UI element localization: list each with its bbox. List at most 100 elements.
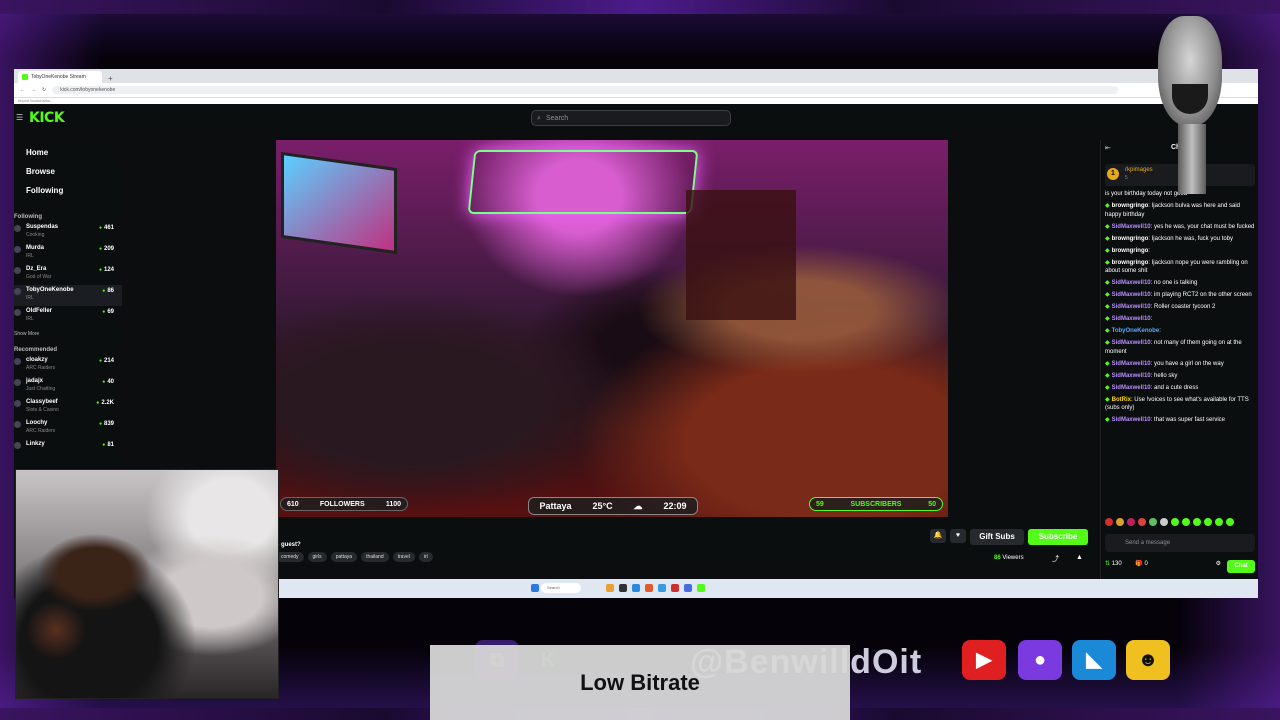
share-icon[interactable]: ⤴ — [1052, 554, 1059, 564]
chat-username[interactable]: SidMaxwell10 — [1112, 280, 1151, 286]
nav-following[interactable]: Following — [14, 183, 122, 202]
nav-browse[interactable]: Browse — [14, 164, 122, 183]
app-icon[interactable] — [632, 584, 640, 592]
taskbar-search[interactable]: Search — [541, 583, 581, 593]
chat-username[interactable]: browngringo — [1112, 236, 1149, 242]
chat-username[interactable]: SidMaxwell10 — [1112, 224, 1151, 230]
chat-message: ◆ browngringo: Ijackson he was, fuck you … — [1105, 235, 1257, 244]
emote-icon[interactable] — [1215, 518, 1223, 526]
chat-messages: is your birthday today not good ◆ browngri… — [1105, 190, 1257, 428]
avatar-neck — [1178, 124, 1206, 194]
emote-icon[interactable] — [1116, 518, 1124, 526]
follow-heart-icon[interactable]: ♥ — [950, 529, 966, 543]
forward-icon[interactable]: → — [31, 87, 36, 93]
reload-icon[interactable]: ↻ — [42, 87, 46, 93]
chat-username[interactable]: browngringo — [1112, 248, 1149, 254]
emote-icon[interactable] — [1127, 518, 1135, 526]
chat-username[interactable]: SidMaxwell10 — [1112, 340, 1151, 346]
emote-icon[interactable] — [1171, 518, 1179, 526]
recommended-channel[interactable]: Classybeef Slots & Casino 2.2K — [14, 397, 122, 418]
chat-username[interactable]: SidMaxwell10 — [1112, 361, 1151, 367]
recommended-channel[interactable]: cloakzy ARC Raiders 214 — [14, 355, 122, 376]
emote-icon[interactable] — [1160, 518, 1168, 526]
avatar — [14, 379, 21, 386]
settings-gear-icon[interactable]: ⚙ — [1216, 560, 1221, 567]
nav-home[interactable]: Home — [14, 145, 122, 164]
emote-icon[interactable] — [1193, 518, 1201, 526]
search-input[interactable]: ⌕ Search — [531, 110, 731, 126]
file-explorer-icon[interactable] — [606, 584, 614, 592]
emote-icon[interactable] — [1105, 518, 1113, 526]
chat-username[interactable]: SidMaxwell10 — [1112, 292, 1151, 298]
collapse-chat-icon[interactable]: ⇤ — [1105, 144, 1111, 152]
chat-username[interactable]: SidMaxwell10 — [1112, 417, 1151, 423]
chat-text: : hello sky — [1150, 372, 1178, 379]
tag[interactable]: irl — [418, 552, 433, 562]
chat-message: ◆ browngringo: — [1105, 247, 1257, 256]
tag[interactable]: thailand — [361, 552, 389, 562]
recommended-channel[interactable]: Linkzy 81 — [14, 439, 122, 460]
new-tab-button[interactable]: + — [108, 74, 113, 83]
gift-subs-button[interactable]: Gift Subs — [970, 529, 1024, 545]
app-icon[interactable] — [684, 584, 692, 592]
windows-start-icon[interactable] — [531, 584, 539, 592]
following-section-label: Following — [14, 214, 42, 220]
followers-goal: 1100 — [385, 500, 401, 508]
chat-username[interactable]: browngringo — [1112, 203, 1149, 209]
edge-icon[interactable] — [658, 584, 666, 592]
emote-icon[interactable] — [1226, 518, 1234, 526]
gift-count[interactable]: 0 — [1145, 561, 1148, 567]
app-icon[interactable] — [697, 584, 705, 592]
following-channel[interactable]: Dz_Era God of War 124 — [14, 264, 122, 285]
viewers-label: Viewers — [1002, 555, 1024, 561]
kick-logo[interactable]: KICK — [29, 110, 65, 126]
tag[interactable]: pattaya — [330, 552, 358, 562]
chat-username[interactable]: SidMaxwell10 — [1112, 385, 1151, 391]
tag[interactable]: comedy — [276, 552, 304, 562]
notification-bell-icon[interactable]: 🔔 — [930, 529, 946, 543]
channel-name: cloakzy — [26, 357, 48, 363]
avatar — [14, 309, 21, 316]
chat-username[interactable]: BotRix — [1112, 397, 1131, 403]
recommended-channel[interactable]: Loochy ARC Raiders 839 — [14, 418, 122, 439]
app-icon[interactable] — [619, 584, 627, 592]
gifter-name[interactable]: rkpimages — [1125, 167, 1153, 173]
chat-username[interactable]: browngringo — [1112, 260, 1149, 266]
emote-icon[interactable] — [1182, 518, 1190, 526]
tag[interactable]: girls — [307, 552, 327, 562]
chat-username[interactable]: SidMaxwell10 — [1112, 373, 1151, 379]
badge-icon: ◆ — [1105, 223, 1110, 230]
following-channel[interactable]: Suspendas Cooking 461 — [14, 222, 122, 243]
badge-icon: ◆ — [1105, 340, 1110, 346]
chat-username[interactable]: SidMaxwell10 — [1112, 304, 1151, 310]
app-icon[interactable] — [645, 584, 653, 592]
chat-text: : you have a girl on the way — [1150, 360, 1224, 367]
menu-icon[interactable]: ☰ — [16, 113, 23, 122]
stream-info-bar: e guest? comedy girls pattaya thailand t… — [276, 517, 1098, 572]
emote-icon[interactable] — [1149, 518, 1157, 526]
browser-tab[interactable]: TobyOneKenobe Stream — [18, 71, 102, 83]
viewer-count: 124 — [99, 267, 114, 273]
back-icon[interactable]: ← — [20, 87, 25, 93]
chat-send-button[interactable]: Chat — [1227, 560, 1255, 573]
chrome-icon[interactable] — [671, 584, 679, 592]
channel-name: TobyOneKenobe — [26, 287, 74, 293]
subscribe-button[interactable]: Subscribe — [1028, 529, 1088, 545]
channel-category: Just Chatting — [26, 386, 56, 392]
following-channel[interactable]: TobyOneKenobe IRL 86 — [14, 285, 122, 306]
chat-input[interactable]: Send a message — [1105, 534, 1255, 552]
tag[interactable]: travel — [392, 552, 415, 562]
chat-username[interactable]: SidMaxwell10 — [1112, 316, 1151, 322]
report-icon[interactable]: ▲ — [1076, 554, 1083, 561]
url-field[interactable]: kick.com/tobyonekenobe — [52, 86, 1119, 94]
recommended-channel[interactable]: jadajx Just Chatting 40 — [14, 376, 122, 397]
emote-icon[interactable] — [1138, 518, 1146, 526]
video-player[interactable]: 610 FOLLOWERS 1100 Pattaya 25°C ☁ 22:09 … — [276, 140, 948, 517]
points-count[interactable]: 130 — [1112, 561, 1122, 567]
emote-icon[interactable] — [1204, 518, 1212, 526]
following-channel[interactable]: OldFeller IRL 69 — [14, 306, 122, 327]
following-channel[interactable]: Murda IRL 209 — [14, 243, 122, 264]
subs-label: SUBSCRIBERS — [850, 500, 902, 508]
chat-username[interactable]: TobyOneKenobe — [1112, 328, 1160, 334]
show-more-link[interactable]: Show More — [14, 327, 122, 341]
